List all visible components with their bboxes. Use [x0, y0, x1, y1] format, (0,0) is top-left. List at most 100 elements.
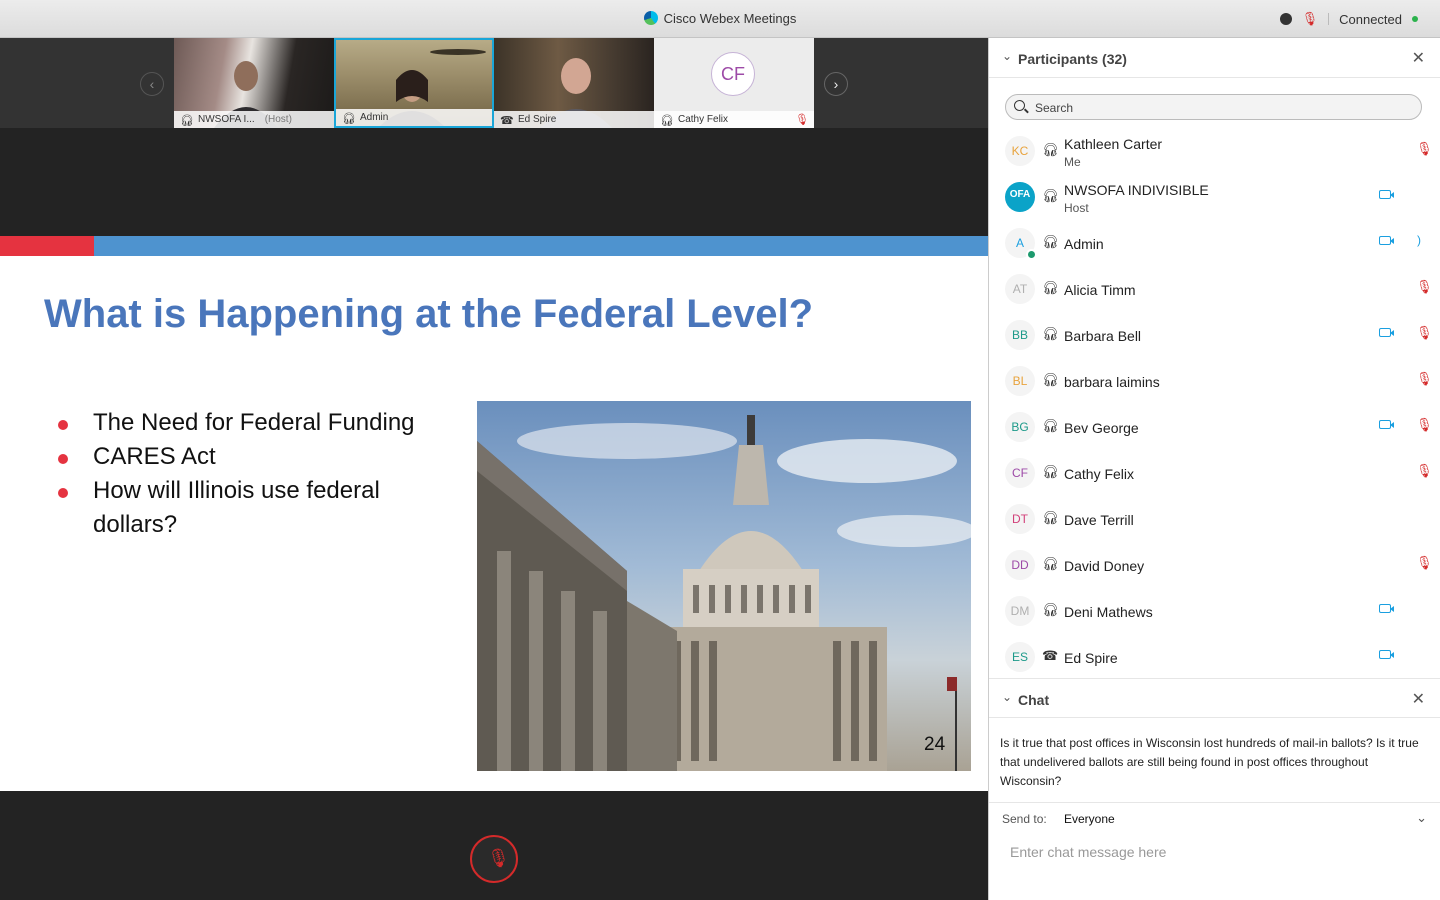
video-camera-icon[interactable] — [1379, 420, 1394, 429]
chat-title: Chat — [1018, 692, 1050, 708]
participant-row[interactable]: DT 🎧︎ Dave Terrill — [989, 496, 1440, 542]
headset-icon: 🎧︎ — [1042, 142, 1059, 157]
video-camera-icon[interactable] — [1379, 650, 1394, 659]
participant-row[interactable]: DM 🎧︎ Deni Mathews — [989, 588, 1440, 634]
avatar: AT — [1005, 274, 1035, 304]
participants-header[interactable]: ⌄ Participants (32) ✕ — [989, 38, 1440, 78]
participant-name: Kathleen Carter — [1064, 136, 1163, 152]
slide-accent-bar-red — [0, 236, 94, 256]
chat-header[interactable]: ⌄ Chat ✕ — [989, 678, 1440, 718]
participant-row[interactable]: ES ☎︎ Ed Spire — [989, 634, 1440, 680]
shared-presentation-slide: What is Happening at the Federal Level? … — [0, 236, 988, 791]
video-camera-icon[interactable] — [1379, 604, 1394, 613]
participant-name: NWSOFA INDIVISIBLE — [1064, 182, 1209, 198]
video-camera-icon[interactable] — [1379, 236, 1394, 245]
participant-row[interactable]: OFA 🎧︎ NWSOFA INDIVISIBLE Host — [989, 174, 1440, 220]
filmstrip-prev-button[interactable]: ‹ — [140, 72, 164, 96]
muted-mic-icon[interactable]: 🎙︎ — [1416, 463, 1433, 479]
slide-heading: What is Happening at the Federal Level? — [44, 292, 814, 336]
participant-name: Ed Spire — [1064, 650, 1118, 666]
participant-row[interactable]: BL 🎧︎ barbara laimins 🎙︎ — [989, 358, 1440, 404]
meeting-stage: ‹ 🎧︎ NWSOFA I... (Host) 🎧︎ Admin ☎︎ Ed S… — [0, 38, 988, 900]
connection-status-area: 🎙︎ Connected — [1279, 11, 1418, 27]
video-tile-host[interactable]: 🎧︎ NWSOFA I... (Host) — [174, 38, 334, 128]
headset-icon: 🎧︎ — [1042, 188, 1059, 203]
capitol-illustration — [477, 415, 971, 771]
video-tile-ed-spire[interactable]: ☎︎ Ed Spire — [494, 38, 654, 128]
chevron-down-icon[interactable]: ⌄ — [1002, 690, 1012, 704]
close-icon[interactable]: ✕ — [1412, 48, 1425, 68]
video-tile-cathy-felix[interactable]: CF 🎧︎ Cathy Felix 🎙︎ — [654, 38, 814, 128]
window-title: Cisco Webex Meetings — [663, 11, 797, 26]
avatar: DT — [1005, 504, 1035, 534]
send-to-value[interactable]: Everyone — [1064, 812, 1115, 826]
participant-row[interactable]: KC 🎧︎ Kathleen Carter Me 🎙︎ — [989, 128, 1440, 174]
avatar: ES — [1005, 642, 1035, 672]
video-tile-admin[interactable]: 🎧︎ Admin — [334, 38, 494, 128]
avatar: BG — [1005, 412, 1035, 442]
phone-icon: ☎︎ — [1042, 648, 1059, 663]
title-bar: Cisco Webex Meetings 🎙︎ Connected — [0, 0, 1440, 38]
compass-icon[interactable] — [1279, 13, 1292, 25]
webex-logo-icon — [643, 11, 658, 25]
slide-accent-bar-blue — [94, 236, 988, 256]
participant-name: David Doney — [1064, 558, 1145, 574]
headset-icon: 🎧︎ — [1042, 418, 1059, 433]
video-tile-name: Admin — [360, 112, 389, 123]
slide-page-number: 24 — [924, 734, 946, 755]
participant-search-input[interactable]: Search — [1005, 94, 1422, 120]
headset-icon: 🎧︎ — [1042, 326, 1059, 341]
muted-mic-icon: 🎙︎ — [795, 114, 809, 126]
window-title-area: Cisco Webex Meetings — [0, 11, 1440, 26]
avatar: DD — [1005, 550, 1035, 580]
participant-name: Barbara Bell — [1064, 328, 1142, 344]
video-camera-icon[interactable] — [1379, 190, 1394, 199]
participants-title: Participants (32) — [1018, 51, 1127, 67]
participant-row[interactable]: BG 🎧︎ Bev George 🎙︎ — [989, 404, 1440, 450]
filmstrip-next-button[interactable]: › — [824, 72, 848, 96]
headset-icon: 🎧︎ — [660, 115, 674, 127]
connection-status: Connected — [1339, 11, 1402, 27]
muted-mic-icon[interactable]: 🎙︎ — [1416, 325, 1433, 341]
headset-icon: 🎧︎ — [342, 113, 356, 125]
participant-row[interactable]: AT 🎧︎ Alicia Timm 🎙︎ — [989, 266, 1440, 312]
chevron-down-icon[interactable]: ⌄ — [1002, 49, 1012, 63]
headset-icon: 🎧︎ — [180, 115, 194, 127]
muted-mic-icon[interactable]: 🎙︎ — [1416, 555, 1433, 571]
video-tile-name: Cathy Felix — [678, 114, 729, 125]
send-to-label: Send to: — [1002, 812, 1047, 826]
muted-mic-icon[interactable]: 🎙︎ — [1302, 11, 1319, 27]
video-tile-label: ☎︎ Ed Spire — [494, 111, 654, 128]
participant-row[interactable]: DD 🎧︎ David Doney 🎙︎ — [989, 542, 1440, 588]
chat-message: Is it true that post offices in Wisconsi… — [1000, 736, 1419, 788]
muted-mic-icon[interactable]: 🎙︎ — [1416, 279, 1433, 295]
video-tile-host-tag: (Host) — [264, 114, 292, 125]
headset-icon: 🎧︎ — [1042, 602, 1059, 617]
participant-name: Alicia Timm — [1064, 282, 1136, 298]
participant-row[interactable]: CF 🎧︎ Cathy Felix 🎙︎ — [989, 450, 1440, 496]
avatar: CF — [711, 52, 755, 96]
participant-row[interactable]: A 🎧︎ Admin ) — [989, 220, 1440, 266]
muted-mic-icon[interactable]: 🎙︎ — [1416, 371, 1433, 387]
close-icon[interactable]: ✕ — [1412, 689, 1425, 709]
chat-message-input[interactable]: Enter chat message here — [1010, 844, 1166, 860]
send-to-selector[interactable]: Send to: Everyone ⌄ — [989, 802, 1440, 838]
slide-bullet-list: The Need for Federal Funding CARES Act H… — [56, 406, 436, 542]
participant-name: Bev George — [1064, 420, 1139, 436]
chevron-down-icon[interactable]: ⌄ — [1416, 810, 1427, 826]
participant-name: Admin — [1064, 236, 1104, 252]
muted-mic-icon[interactable]: 🎙︎ — [1416, 141, 1433, 157]
participant-name: Cathy Felix — [1064, 466, 1135, 482]
muted-mic-icon[interactable]: 🎙︎ — [1416, 417, 1433, 433]
avatar: DM — [1005, 596, 1035, 626]
avatar: OFA — [1005, 182, 1035, 212]
capitol-building-image — [477, 401, 971, 771]
divider — [1328, 13, 1330, 25]
unmute-button[interactable]: 🎙︎ — [470, 835, 518, 883]
participant-name: Dave Terrill — [1064, 512, 1134, 528]
participant-row[interactable]: BB 🎧︎ Barbara Bell 🎙︎ — [989, 312, 1440, 358]
headset-icon: 🎧︎ — [1042, 280, 1059, 295]
headset-icon: 🎧︎ — [1042, 556, 1059, 571]
video-camera-icon[interactable] — [1379, 328, 1394, 337]
participant-role: Host — [1064, 201, 1089, 215]
